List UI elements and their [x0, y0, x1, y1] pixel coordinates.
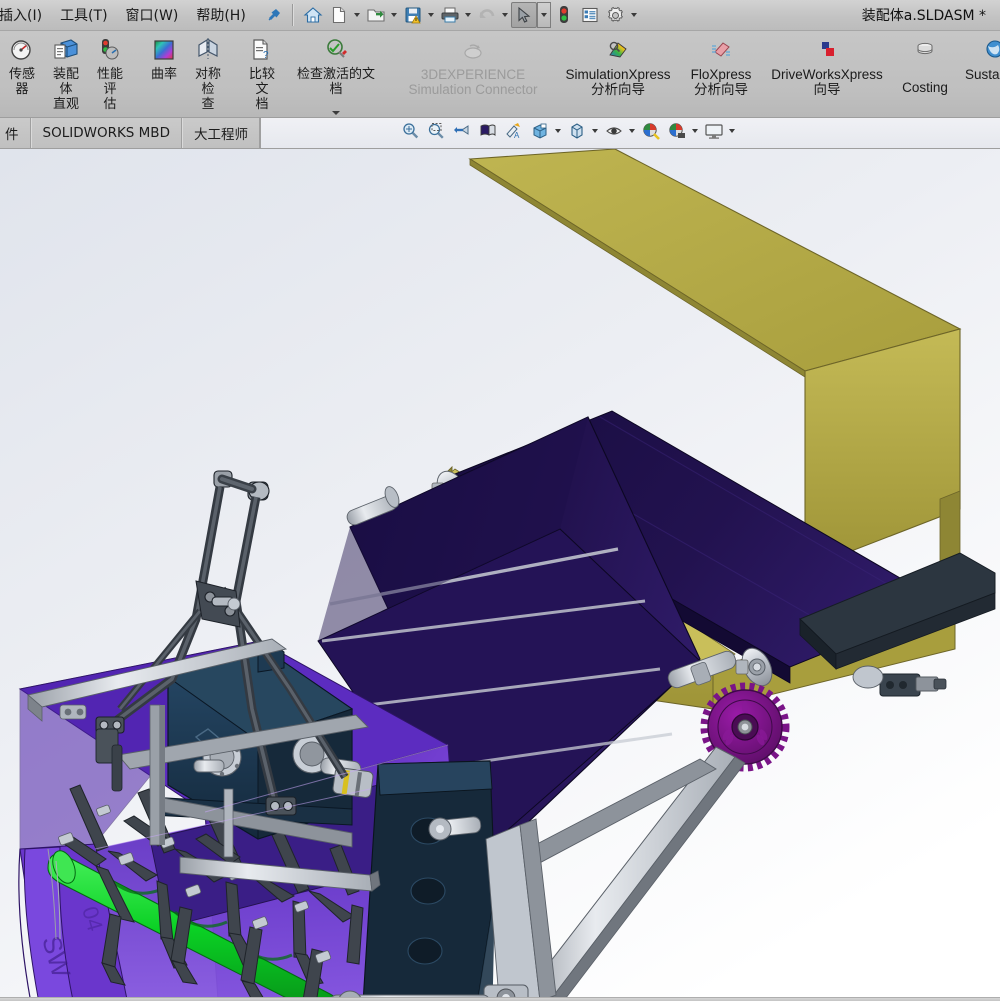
graphics-viewport[interactable]: SW 04 — [0, 149, 1000, 1001]
vertical-post-mid[interactable] — [223, 788, 234, 858]
zoom-to-area-button[interactable] — [423, 118, 449, 144]
gauge-icon — [8, 35, 36, 65]
ribbon-driveworksxpress-label: DriveWorksXpress 向导 — [771, 67, 883, 97]
ribbon-driveworksxpress[interactable]: DriveWorksXpress 向导 — [764, 31, 890, 115]
ribbon-symmetry-check[interactable]: 对称检 查 — [186, 31, 230, 115]
ribbon-compare-documents-label: 比较文 档 — [248, 67, 275, 112]
ribbon-costing-label: Costing — [902, 80, 948, 95]
ribbon-assembly-visual-label: 装配体 直观 — [52, 67, 79, 112]
ribbon-floxpress[interactable]: FloXpress 分析向导 — [678, 31, 764, 115]
hide-show-items-button[interactable] — [601, 118, 627, 144]
standard-toolbar — [300, 0, 640, 31]
ribbon-performance-eval[interactable]: 性能评 估 — [88, 31, 132, 115]
display-style-button[interactable] — [564, 118, 590, 144]
apply-scene-dropdown-icon[interactable] — [690, 118, 701, 144]
view-annotations-button[interactable]: A — [501, 118, 527, 144]
side-support-frame[interactable] — [362, 760, 496, 1001]
driveworksxpress-icon — [815, 35, 839, 65]
menu-window[interactable]: 窗口(W) — [117, 1, 188, 29]
view-orientation-dropdown-icon[interactable] — [553, 118, 564, 144]
pushpin-icon[interactable] — [263, 4, 285, 26]
home-button[interactable] — [300, 2, 326, 28]
tab-parts[interactable]: 件 — [0, 118, 31, 148]
assembly-visual-icon — [52, 35, 80, 65]
tab-great-engineer[interactable]: 大工程师 — [181, 118, 260, 148]
check-active-doc-icon — [322, 35, 350, 65]
symmetry-check-icon — [194, 35, 222, 65]
menu-help[interactable]: 帮助(H) — [187, 1, 254, 29]
menu-item-list: 插入(I) 工具(T) 窗口(W) 帮助(H) — [0, 0, 285, 31]
ribbon-curvature-label: 曲率 — [150, 67, 177, 82]
menu-bar: 插入(I) 工具(T) 窗口(W) 帮助(H) 装配体a.SLDASM * — [0, 0, 1000, 31]
previous-view-button[interactable] — [449, 118, 475, 144]
ribbon-sustainability[interactable]: Sustainab — [960, 31, 1000, 115]
print-button[interactable] — [437, 2, 463, 28]
print-dropdown-icon[interactable] — [463, 2, 474, 28]
tab-solidworks-mbd[interactable]: SOLIDWORKS MBD — [30, 118, 182, 148]
sustainability-icon — [982, 35, 1000, 65]
new-document-button[interactable] — [326, 2, 352, 28]
settings-button[interactable] — [603, 2, 629, 28]
simulationxpress-icon — [604, 35, 632, 65]
display-style-dropdown-icon[interactable] — [590, 118, 601, 144]
assembly-3d-model[interactable]: SW 04 — [0, 149, 1000, 1001]
ribbon-toolbar: 传感器 装配体 直观 性能评 估 曲率 对称检 查 ? 比较文 档 检查激活的文… — [0, 31, 1000, 118]
ribbon-assembly-visual[interactable]: 装配体 直观 — [44, 31, 88, 115]
ribbon-symmetry-check-label: 对称检 查 — [194, 67, 221, 112]
performance-icon — [96, 35, 124, 65]
view-orientation-button[interactable] — [527, 118, 553, 144]
command-manager-tab-row: 件 SOLIDWORKS MBD 大工程师 A — [0, 118, 1000, 149]
menubar-divider-1 — [291, 4, 293, 26]
ribbon-3dexperience-label: 3DEXPERIENCE Simulation Connector — [408, 67, 538, 97]
ribbon-floxpress-label: FloXpress 分析向导 — [690, 67, 752, 97]
heads-up-view-toolbar: A — [261, 118, 1000, 144]
ribbon-check-active-doc-dropdown-icon[interactable] — [332, 111, 340, 115]
ribbon-simulationxpress-label: SimulationXpress 分析向导 — [565, 67, 671, 97]
svg-text:?: ? — [263, 50, 269, 61]
menu-tools[interactable]: 工具(T) — [51, 1, 116, 29]
ribbon-sensor[interactable]: 传感器 — [0, 31, 44, 115]
ribbon-sensor-label: 传感器 — [8, 67, 35, 97]
apply-scene-button[interactable] — [664, 118, 690, 144]
viewport-button[interactable] — [701, 118, 727, 144]
ribbon-simulationxpress[interactable]: SimulationXpress 分析向导 — [558, 31, 678, 115]
open-button[interactable] — [363, 2, 389, 28]
select-tool-dropdown-icon[interactable] — [536, 2, 551, 28]
document-title: 装配体a.SLDASM * — [861, 8, 986, 24]
options-list-button[interactable] — [577, 2, 603, 28]
simulation-connector-icon — [460, 35, 486, 65]
ribbon-check-active-doc[interactable]: 检查激活的文档 — [284, 31, 388, 115]
ribbon-sustainability-label: Sustainab — [964, 67, 1000, 82]
costing-icon — [913, 35, 937, 65]
section-view-button[interactable] — [475, 118, 501, 144]
ribbon-3dexperience-simulation-connector[interactable]: 3DEXPERIENCE Simulation Connector — [398, 31, 548, 115]
save-button[interactable] — [400, 2, 426, 28]
ribbon-costing[interactable]: Costing — [890, 31, 960, 115]
viewport-dropdown-icon[interactable] — [727, 118, 738, 144]
floxpress-icon — [708, 35, 734, 65]
save-dropdown-icon[interactable] — [426, 2, 437, 28]
rebuild-button[interactable] — [551, 2, 577, 28]
status-bar — [0, 997, 1000, 1001]
undo-dropdown-icon[interactable] — [500, 2, 511, 28]
svg-text:A: A — [514, 131, 520, 140]
open-dropdown-icon[interactable] — [389, 2, 400, 28]
zoom-to-fit-button[interactable] — [397, 118, 423, 144]
undo-button[interactable] — [474, 2, 500, 28]
select-tool-button[interactable] — [510, 2, 537, 28]
ribbon-check-active-doc-label: 检查激活的文档 — [296, 67, 375, 97]
ribbon-performance-eval-label: 性能评 估 — [96, 67, 123, 112]
hide-show-items-dropdown-icon[interactable] — [627, 118, 638, 144]
curvature-icon — [151, 35, 177, 65]
new-document-dropdown-icon[interactable] — [352, 2, 363, 28]
tab-row-filler: A — [259, 118, 1000, 148]
ribbon-compare-documents[interactable]: ? 比较文 档 — [240, 31, 284, 115]
compare-doc-icon: ? — [249, 35, 275, 65]
menu-insert[interactable]: 插入(I) — [0, 1, 51, 29]
edit-appearance-button[interactable] — [638, 118, 664, 144]
vertical-post-left[interactable] — [149, 704, 165, 846]
settings-dropdown-icon[interactable] — [629, 2, 640, 28]
ribbon-curvature[interactable]: 曲率 — [142, 31, 186, 115]
